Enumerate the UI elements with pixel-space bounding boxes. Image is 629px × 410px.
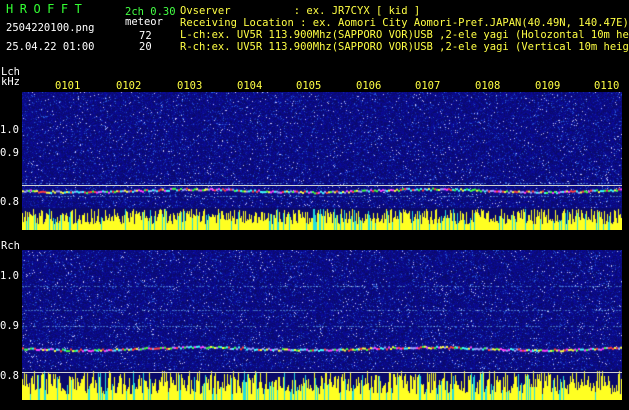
observer-line: Ovserver : ex. JR7CYX [ kid ] xyxy=(180,5,421,17)
lch-time-tick: 0106 xyxy=(356,80,382,92)
rch-freq-label: 0.9 xyxy=(0,320,19,332)
lch-time-tick: 0108 xyxy=(475,80,501,92)
lch-time-tick: 0104 xyxy=(237,80,263,92)
meteor-label: meteor xyxy=(125,16,163,28)
meteor-count-rch: 20 xyxy=(139,41,152,53)
lch-spectrogram xyxy=(22,92,622,230)
rch-spectrogram xyxy=(22,250,622,400)
rch-label: Rch xyxy=(1,240,20,252)
lch-freq-label: 1.0 xyxy=(0,124,19,136)
lch-time-tick: 0110 xyxy=(594,80,620,92)
rch-freq-label: 1.0 xyxy=(0,270,19,282)
rch-receiver-line: R-ch:ex. UV5R 113.900Mhz(SAPPORO VOR)USB… xyxy=(180,41,629,53)
lch-time-tick: 0105 xyxy=(296,80,322,92)
lch-unit-label: kHz xyxy=(1,76,20,88)
lch-time-tick: 0103 xyxy=(177,80,203,92)
lch-freq-label: 0.9 xyxy=(0,147,19,159)
filename-label: 2504220100.png xyxy=(6,22,95,34)
lch-freq-label: 0.8 xyxy=(0,196,19,208)
rch-baseline xyxy=(22,372,622,373)
lch-time-tick: 0101 xyxy=(55,80,81,92)
lch-receiver-line: L-ch:ex. UV5R 113.900Mhz(SAPPORO VOR)USB… xyxy=(180,29,629,41)
datetime-label: 25.04.22 01:00 xyxy=(6,41,95,53)
location-line: Receiving Location : ex. Aomori City Aom… xyxy=(180,17,629,29)
lch-time-tick: 0109 xyxy=(535,80,561,92)
lch-time-tick: 0107 xyxy=(415,80,441,92)
lch-time-tick: 0102 xyxy=(116,80,142,92)
rch-freq-label: 0.8 xyxy=(0,370,19,382)
app-title: HROFFT xyxy=(6,2,89,16)
lch-baseline xyxy=(22,185,622,186)
